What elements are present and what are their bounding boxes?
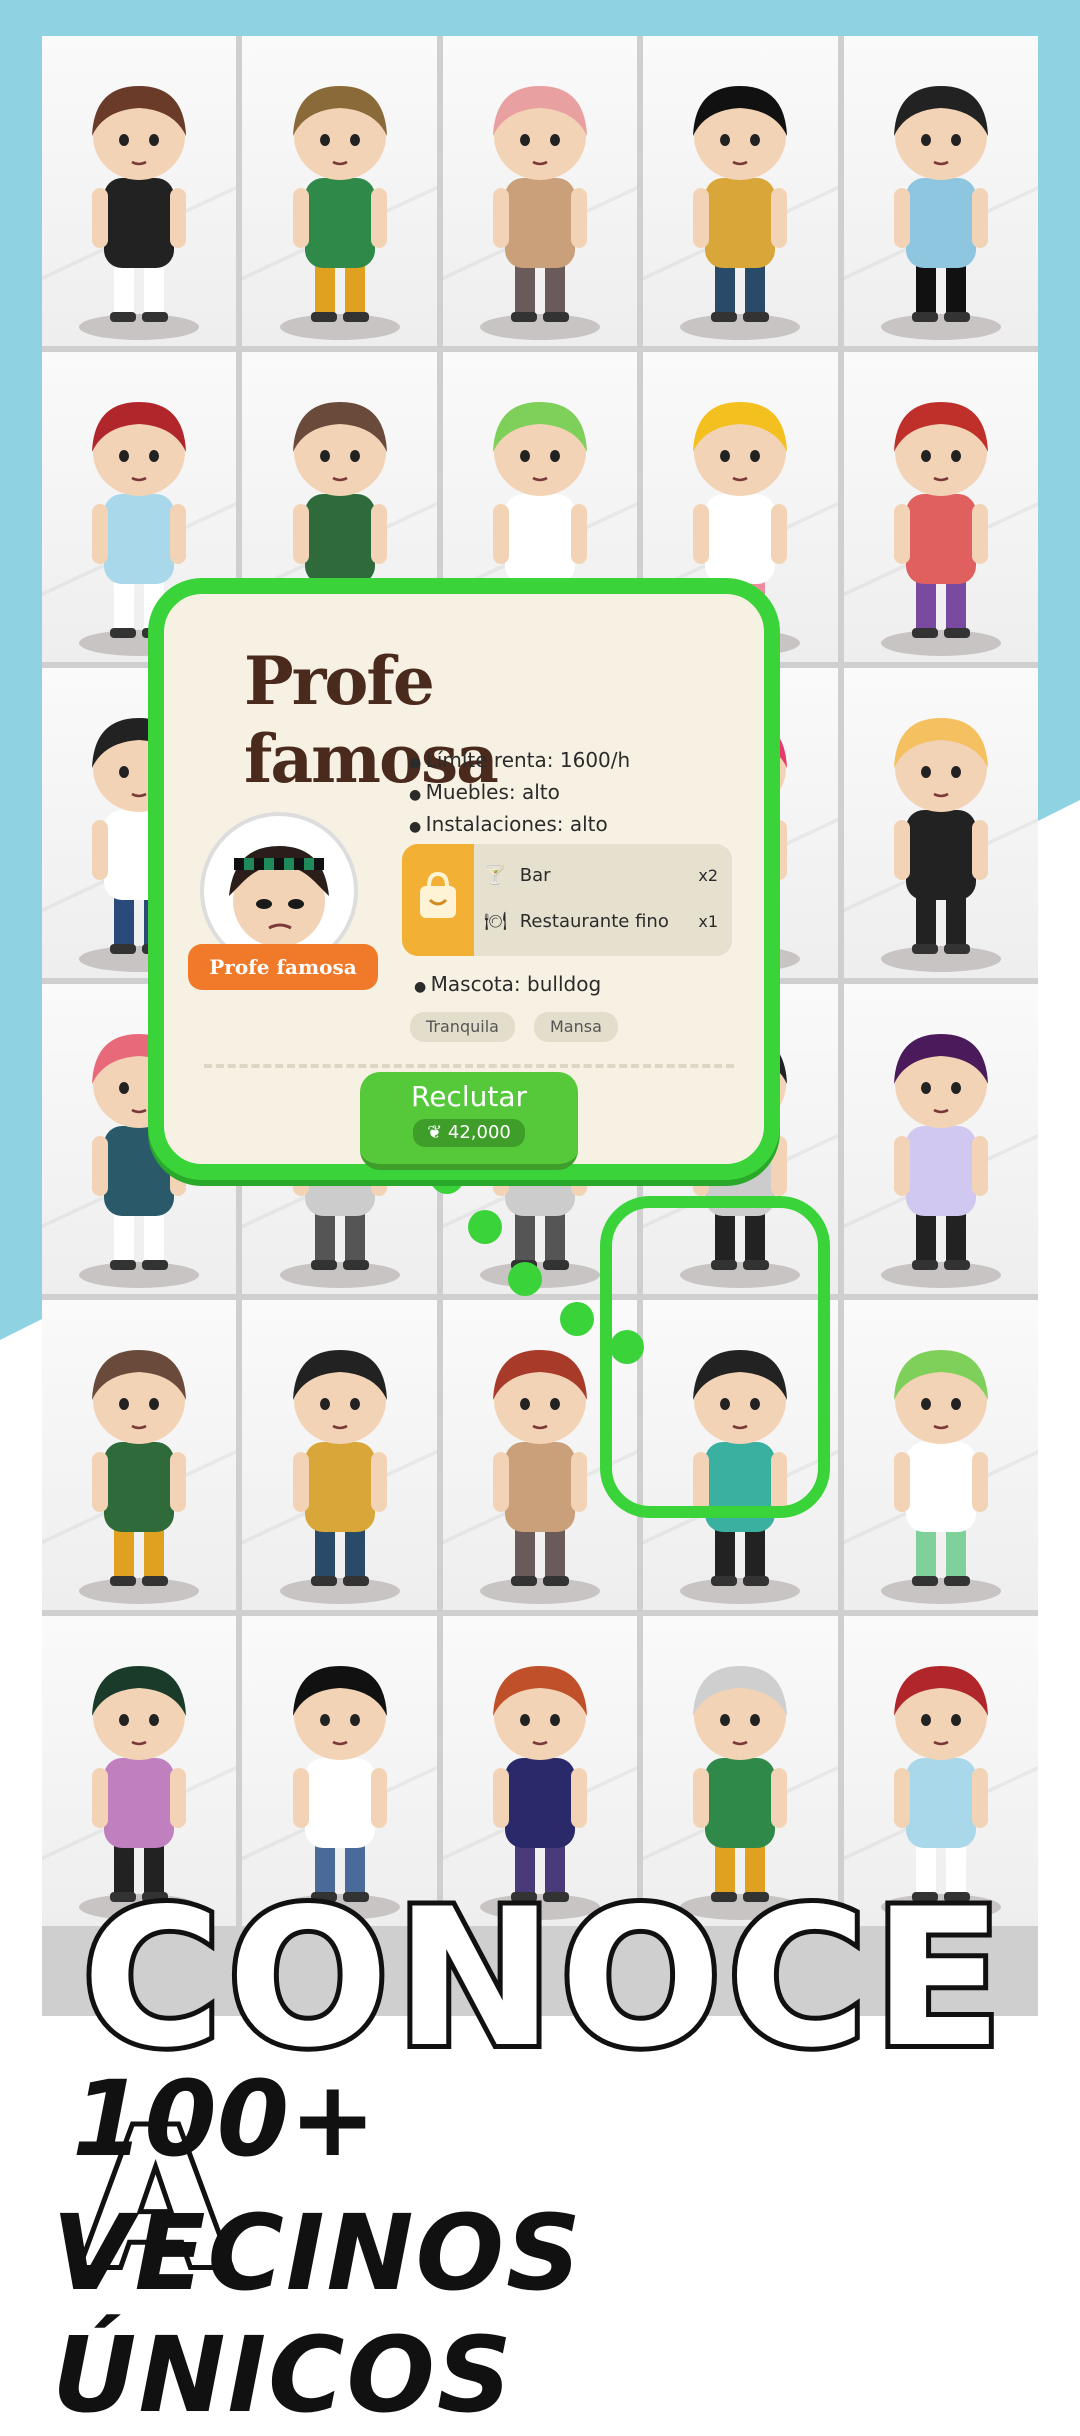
character-info-card: Profe famosa Límite renta: 1600/h Mueble… [148,578,780,1186]
promo-count: 100+ [72,2058,377,2180]
facility-label: Bar [519,865,551,886]
recruit-label: Reclutar [411,1080,527,1113]
character-icon [893,1034,988,1270]
facility-multiplier: x1 [698,912,718,931]
neighbor-cell[interactable] [442,36,638,346]
neighbor-cell[interactable] [843,984,1038,1294]
promo-subline: VECINOS ÚNICOS [52,2192,583,2436]
recruit-button[interactable]: Reclutar ❦ 42,000 [360,1072,578,1170]
neighbor-cell[interactable] [843,352,1038,662]
recruit-price-pill: ❦ 42,000 [413,1119,525,1147]
character-icon [92,1350,187,1586]
avatar-name-badge: Profe famosa [188,944,378,990]
card-body: Profe famosa Límite renta: 1600/h Mueble… [148,578,780,1180]
neighbor-cell[interactable] [42,36,237,346]
neighbor-cell[interactable] [643,36,838,346]
neighbor-cell[interactable] [843,36,1038,346]
cocktail-icon: 🍸 [484,865,507,886]
character-icon [492,1350,587,1586]
stat-facilities: Instalaciones: alto [409,808,769,840]
stat-rent-limit: Límite renta: 1600/h [409,744,769,776]
dot [468,1210,502,1244]
facility-row-bar: 🍸 Bar x2 [484,854,728,898]
character-icon [292,86,387,322]
character-icon [893,718,988,954]
leaf-coin-icon: ❦ [427,1122,448,1143]
facility-multiplier: x2 [698,866,718,885]
facility-label: Restaurante fino [519,911,669,932]
neighbor-cell[interactable] [843,668,1038,978]
divider [204,1064,734,1068]
stat-furniture: Muebles: alto [409,776,769,808]
pet-info: Mascota: bulldog [414,972,601,996]
dot [560,1302,594,1336]
character-icon [693,86,788,322]
character-icon [893,86,988,322]
trait-tag: Mansa [534,1012,618,1042]
recruit-price: 42,000 [447,1122,511,1143]
dot [610,1330,644,1364]
facility-row-restaurant: 🍽 Restaurante fino x1 [484,900,728,944]
neighbor-cell[interactable] [242,1300,437,1610]
character-icon [492,86,587,322]
bag-icon [402,844,474,956]
dish-icon: 🍽 [484,911,507,932]
character-icon [893,402,988,638]
character-icon [893,1350,988,1586]
neighbor-cell[interactable] [42,1300,237,1610]
character-icon [292,1350,387,1586]
facilities-panel: 🍸 Bar x2 🍽 Restaurante fino x1 [402,844,732,956]
neighbor-cell[interactable] [242,36,437,346]
trait-tag: Tranquila [410,1012,515,1042]
dot [508,1262,542,1296]
neighbor-cell[interactable] [843,1300,1038,1610]
stats-list: Límite renta: 1600/h Muebles: alto Insta… [409,744,769,840]
character-icon [92,86,187,322]
